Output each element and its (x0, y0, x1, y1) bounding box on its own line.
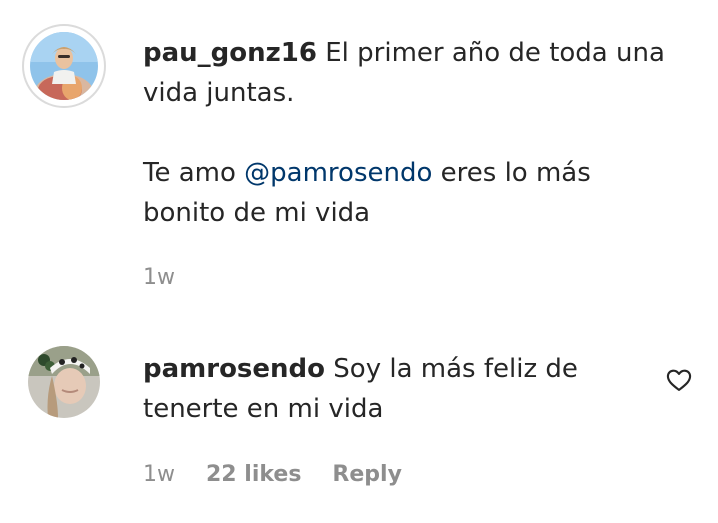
comment-time[interactable]: 1w (143, 462, 175, 487)
reply-text: pamrosendo Soy la más feliz de tenerte e… (143, 349, 643, 429)
comment-text-line: tenerte en mi vida (143, 394, 384, 424)
reply-button[interactable]: Reply (332, 462, 402, 487)
comment-username[interactable]: pamrosendo (143, 354, 325, 384)
reply-meta: 1w 22 likes Reply (143, 462, 426, 487)
comment-text-line: Soy la más feliz de (333, 354, 578, 384)
reply-item: pamrosendo Soy la más feliz de tenerte e… (0, 0, 718, 523)
avatar[interactable] (28, 346, 100, 418)
heart-outline-icon[interactable] (665, 366, 693, 394)
likes-count[interactable]: 22 likes (206, 462, 301, 487)
